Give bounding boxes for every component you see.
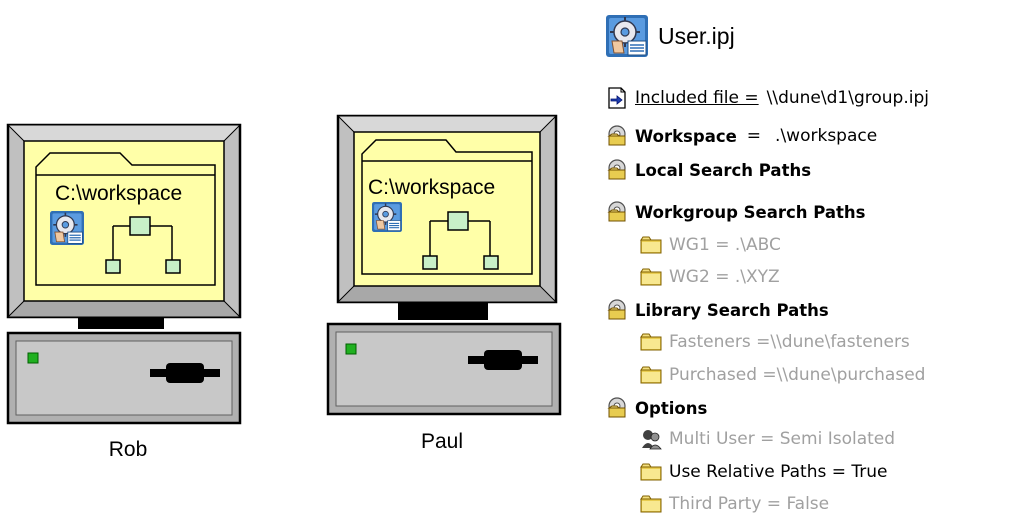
folder-icon <box>640 331 662 353</box>
relative-paths-label: Use Relative Paths = True <box>669 462 888 482</box>
fasteners-label: Fasteners =\\dune\fasteners <box>669 332 910 352</box>
included-file-value: \\dune\d1\group.ipj <box>766 88 929 108</box>
tree-item-third-party[interactable]: Third Party = False <box>640 493 829 515</box>
multi-user-icon <box>640 428 662 450</box>
group-folder-icon <box>606 159 628 181</box>
computer-paul <box>318 106 568 426</box>
purchased-label: Purchased =\\dune\purchased <box>669 365 926 385</box>
multi-user-label: Multi User = Semi Isolated <box>669 429 896 449</box>
inventor-project-icon <box>606 15 648 57</box>
tree-item-workspace[interactable]: Workspace = .\workspace <box>606 125 877 147</box>
folder-icon <box>640 493 662 515</box>
group-folder-icon <box>606 201 628 223</box>
power-led <box>27 352 39 364</box>
wg2-label: WG2 = .\XYZ <box>669 267 780 287</box>
tree-item-library-search-paths[interactable]: Library Search Paths <box>606 299 829 321</box>
group-folder-icon <box>606 299 628 321</box>
tree-item-multi-user[interactable]: Multi User = Semi Isolated <box>640 428 895 450</box>
folder-icon <box>640 364 662 386</box>
power-led <box>345 343 357 355</box>
project-file-header: User.ipj <box>606 15 735 57</box>
workspace-label: Workspace <box>635 126 737 146</box>
screen-path-paul: C:\workspace <box>368 176 496 199</box>
wg1-label: WG1 = .\ABC <box>669 235 781 255</box>
library-search-paths-label: Library Search Paths <box>635 300 829 320</box>
tree-item-fasteners[interactable]: Fasteners =\\dune\fasteners <box>640 331 910 353</box>
group-folder-icon <box>606 125 628 147</box>
tree-item-local-search-paths[interactable]: Local Search Paths <box>606 159 811 181</box>
tree-item-wg1[interactable]: WG1 = .\ABC <box>640 234 781 256</box>
folder-icon <box>640 266 662 288</box>
local-search-paths-label: Local Search Paths <box>635 160 812 180</box>
tree-item-purchased[interactable]: Purchased =\\dune\purchased <box>640 364 925 386</box>
workspace-value: .\workspace <box>775 126 878 146</box>
tree-item-relative-paths[interactable]: Use Relative Paths = True <box>640 461 888 483</box>
tree-item-options[interactable]: Options <box>606 397 707 419</box>
computer-label-paul: Paul <box>420 430 464 453</box>
included-file-label: Included file = <box>635 88 759 108</box>
folder-icon <box>640 234 662 256</box>
workgroup-search-paths-label: Workgroup Search Paths <box>635 202 866 222</box>
include-file-icon <box>606 87 628 109</box>
computer-label-rob: Rob <box>108 438 148 461</box>
tree-item-wg2[interactable]: WG2 = .\XYZ <box>640 266 780 288</box>
third-party-label: Third Party = False <box>669 494 830 514</box>
options-label: Options <box>635 398 708 418</box>
folder-icon <box>640 461 662 483</box>
group-folder-icon <box>606 397 628 419</box>
workspace-equals: = <box>746 126 762 146</box>
project-file-name: User.ipj <box>658 22 735 49</box>
computer-rob <box>0 115 250 435</box>
tree-item-included-file[interactable]: Included file = \\dune\d1\group.ipj <box>606 87 929 109</box>
screen-path-rob: C:\workspace <box>55 182 183 205</box>
tree-item-workgroup-search-paths[interactable]: Workgroup Search Paths <box>606 201 866 223</box>
